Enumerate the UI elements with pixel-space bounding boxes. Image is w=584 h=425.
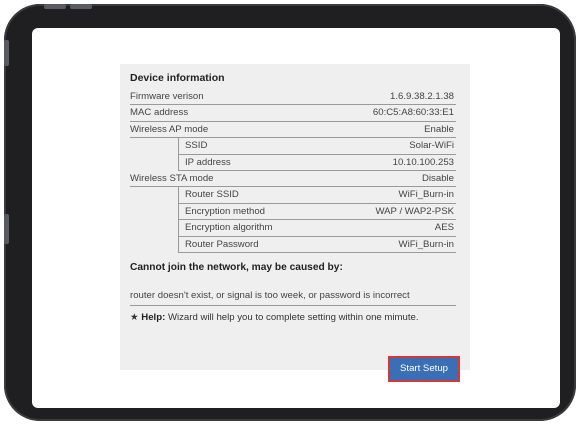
info-row-encryption-algorithm: Encryption algorithm AES — [178, 220, 456, 237]
star-icon: ★ — [130, 311, 139, 323]
row-value: AES — [434, 222, 454, 234]
tablet-screen: Device information Firmware verison 1.6.… — [32, 28, 560, 408]
help-line: ★ Help: Wizard will help you to complete… — [130, 312, 456, 323]
info-row-ssid: SSID Solar-WiFi — [178, 138, 456, 155]
row-label: Firmware verison — [130, 91, 204, 102]
tablet-top-button — [44, 4, 66, 9]
row-value: 60:C5:A8:60:33:E1 — [372, 107, 454, 119]
info-row-ip: IP address 10.10.100.253 — [178, 154, 456, 171]
row-label: IP address — [185, 156, 231, 168]
row-label: Router Password — [185, 238, 259, 250]
row-value: 10.10.100.253 — [392, 156, 454, 168]
row-label: Wireless AP mode — [130, 123, 209, 135]
row-value: 1.6.9.38.2.1.38 — [389, 91, 454, 102]
info-row-router-ssid: Router SSID WiFi_Burn-in — [178, 187, 456, 204]
help-label: Help: — [141, 311, 166, 323]
row-value: WiFi_Burn-in — [398, 238, 454, 250]
tablet-frame: Device information Firmware verison 1.6.… — [4, 4, 576, 421]
row-value: Enable — [424, 123, 454, 135]
row-label: Wireless STA mode — [130, 172, 214, 184]
tablet-side-button — [4, 40, 9, 66]
row-label: Encryption algorithm — [185, 222, 273, 234]
start-setup-button[interactable]: Start Setup — [388, 356, 460, 382]
row-value: WAP / WAP2-PSK — [375, 205, 454, 217]
info-row-encryption-method: Encryption method WAP / WAP2-PSK — [178, 203, 456, 221]
panel-content: Device information Firmware verison 1.6.… — [130, 72, 456, 323]
tablet-side-button — [4, 214, 9, 244]
device-info-panel: Device information Firmware verison 1.6.… — [120, 64, 470, 382]
row-label: MAC address — [130, 107, 189, 119]
row-label: SSID — [185, 140, 208, 152]
info-row-firmware: Firmware verison 1.6.9.38.2.1.38 — [130, 89, 456, 106]
row-value: Disable — [422, 172, 454, 184]
row-label: Encryption method — [185, 205, 265, 217]
row-value: WiFi_Burn-in — [398, 189, 454, 201]
troubleshoot-heading: Cannot join the network, may be caused b… — [130, 261, 343, 273]
info-row-sta-mode: Wireless STA mode Disable — [130, 171, 456, 188]
row-value: Solar-WiFi — [409, 140, 454, 152]
info-row-router-password: Router Password WiFi_Burn-in — [178, 236, 456, 253]
troubleshoot-reason: router doesn't exist, or signal is too w… — [130, 290, 456, 306]
device-info-heading: Device information — [130, 72, 225, 84]
help-text: Wizard will help you to complete setting… — [167, 311, 419, 323]
info-row-mac: MAC address 60:C5:A8:60:33:E1 — [130, 105, 456, 122]
info-row-ap-mode: Wireless AP mode Enable — [130, 122, 456, 139]
tablet-top-button — [70, 4, 92, 9]
stage: Device information Firmware verison 1.6.… — [0, 0, 584, 425]
row-label: Router SSID — [185, 189, 239, 201]
